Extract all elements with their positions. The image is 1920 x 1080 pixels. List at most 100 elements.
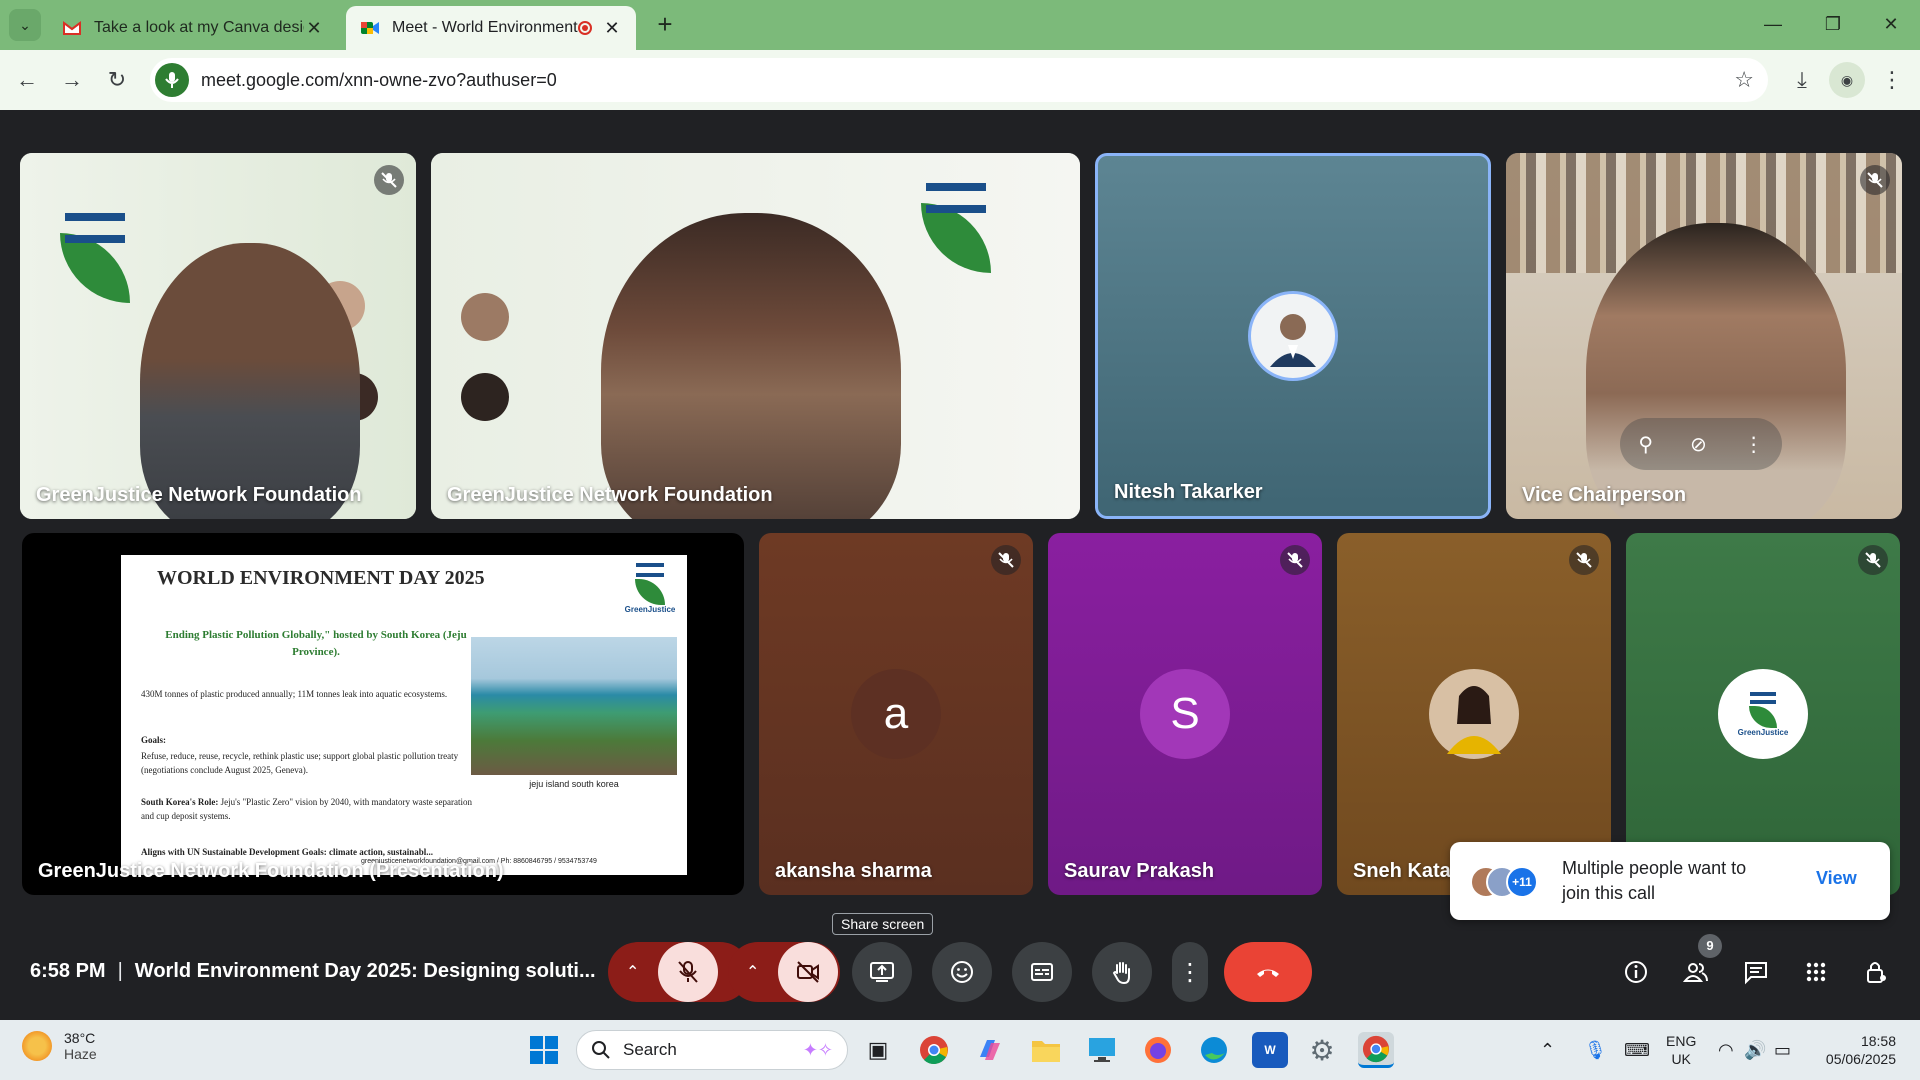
mute-participant-icon[interactable]: ⊘ [1690,432,1707,457]
participant-name: akansha sharma [775,860,932,882]
settings-gear-icon[interactable]: ⚙ [1304,1032,1340,1068]
chat-button[interactable] [1736,942,1776,1002]
slide-title: WORLD ENVIRONMENT DAY 2025 [157,567,485,589]
edge-icon[interactable] [1196,1032,1232,1068]
minimize-icon[interactable]: — [1750,6,1796,42]
leave-call-button[interactable] [1224,942,1312,1002]
participant-name: GreenJustice Network Foundation [447,484,773,506]
close-tab-icon[interactable]: ✕ [602,18,622,39]
search-icon [592,1041,610,1059]
share-screen-button[interactable] [852,942,912,1002]
new-tab-button[interactable]: + [650,10,680,40]
slide-subtitle: Ending Plastic Pollution Globally," host… [165,629,467,658]
muted-mic-icon [1280,545,1310,575]
more-options-icon[interactable]: ⋮ [1744,432,1764,457]
microphone-toggle-button[interactable] [658,942,718,1002]
close-tab-icon[interactable]: ✕ [304,18,324,39]
input-language[interactable]: ENG UK [1666,1032,1696,1068]
forward-icon[interactable]: → [54,62,90,98]
speaker-photo [461,293,509,341]
clock-date: 05/06/2025 [1825,1051,1896,1067]
greenjustice-logo [921,183,991,273]
taskbar-search[interactable]: Search ✦✧ [576,1030,848,1070]
info-icon [1625,961,1647,983]
mic-options-chevron-icon[interactable]: ⌃ [626,962,639,982]
clock[interactable]: 18:58 05/06/2025 [1810,1032,1896,1068]
camera-options-chevron-icon[interactable]: ⌃ [746,962,759,982]
task-view-icon[interactable]: ▣ [860,1032,896,1068]
battery-icon[interactable]: ▭ [1774,1040,1791,1061]
bookmark-star-icon[interactable]: ☆ [1734,67,1754,93]
tab-canva[interactable]: Take a look at my Canva design ✕ [48,6,338,50]
desktop-icon[interactable] [1084,1032,1120,1068]
participant-tile[interactable]: GreenJustice Network Foundation [20,153,416,519]
activities-button[interactable] [1796,942,1836,1002]
emoji-icon [951,961,973,983]
requester-avatars: +11 [1470,866,1546,898]
back-icon[interactable]: ← [9,62,45,98]
windows-start-icon[interactable] [526,1032,562,1068]
restore-icon[interactable]: ❐ [1810,6,1856,42]
volume-icon[interactable]: 🔊 [1744,1040,1766,1061]
chrome-taskbar-icon[interactable] [916,1032,952,1068]
closed-captions-icon [1031,963,1053,981]
weather-widget[interactable]: 38°C Haze [22,1030,97,1062]
word-icon[interactable]: W [1252,1032,1288,1068]
presentation-name: GreenJustice Network Foundation (Present… [38,860,504,882]
camera-toggle-button[interactable] [778,942,838,1002]
presentation-tile[interactable]: WORLD ENVIRONMENT DAY 2025 GreenJustice … [22,533,744,895]
presentation-slide: WORLD ENVIRONMENT DAY 2025 GreenJustice … [121,555,687,875]
keyboard-icon[interactable]: ⌨ [1624,1040,1650,1061]
participant-tile[interactable]: GreenJustice [1626,533,1900,895]
copilot-icon[interactable] [972,1032,1008,1068]
tab-search-dropdown-button[interactable]: ⌄ [9,9,41,41]
participant-avatar [1429,669,1519,759]
muted-mic-icon [374,165,404,195]
view-requests-button[interactable]: View [1816,868,1857,889]
file-explorer-icon[interactable] [1028,1032,1064,1068]
participant-avatar: S [1140,669,1230,759]
site-mic-icon[interactable] [155,63,189,97]
url-text: meet.google.com/xnn-owne-zvo?authuser=0 [201,69,557,90]
profile-avatar[interactable]: ◉ [1829,62,1865,98]
gmail-icon [63,21,81,35]
chrome-menu-icon[interactable]: ⋮ [1874,62,1910,98]
participant-video [601,213,901,519]
greenjustice-logo: GreenJustice [625,563,675,627]
firefox-icon[interactable] [1140,1032,1176,1068]
tab-meet[interactable]: Meet - World Environment Day ✕ [346,6,636,50]
host-controls-button[interactable] [1856,942,1896,1002]
reload-icon[interactable]: ↻ [99,62,135,98]
more-options-button[interactable]: ⋮ [1172,942,1208,1002]
person-photo-icon [1270,314,1316,367]
camera-off-icon [797,961,819,983]
participant-count-badge: 9 [1698,934,1722,958]
slide-korea-role: South Korea's Role: Jeju's "Plastic Zero… [141,797,473,821]
close-window-icon[interactable]: ✕ [1868,6,1914,42]
reactions-button[interactable] [932,942,992,1002]
participant-tile[interactable]: Sneh Katar [1337,533,1611,895]
participant-tile-active-speaker[interactable]: Nitesh Takarker [1095,153,1491,519]
muted-mic-icon [1860,165,1890,195]
show-hidden-icons-icon[interactable]: ⌃ [1540,1040,1555,1061]
slide-goals-heading: Goals: [141,735,167,745]
slide-goals-text: Refuse, reduce, reuse, recycle, rethink … [141,751,459,775]
address-bar[interactable]: meet.google.com/xnn-owne-zvo?authuser=0 … [150,58,1768,102]
browser-toolbar: ← → ↻ meet.google.com/xnn-owne-zvo?authu… [0,50,1920,110]
copilot-sparkle-icon: ✦✧ [802,1039,833,1060]
participant-tile[interactable]: S Saurav Prakash [1048,533,1322,895]
raise-hand-button[interactable] [1092,942,1152,1002]
tab-title: Take a look at my Canva design [94,19,304,36]
wifi-icon[interactable]: ◠ [1718,1040,1734,1061]
meeting-details-button[interactable] [1616,942,1656,1002]
greenjustice-logo [60,213,130,303]
clock-time: 18:58 [1860,1033,1896,1049]
chrome-active-taskbar-icon[interactable] [1358,1032,1394,1068]
participant-tile[interactable]: a akansha sharma [759,533,1033,895]
microphone-in-use-icon[interactable]: 🎙 [1584,1040,1607,1061]
person-photo-icon [1447,686,1501,754]
download-icon[interactable]: ⤓ [1784,62,1820,98]
pin-icon[interactable]: ⚲ [1638,432,1653,457]
captions-button[interactable] [1012,942,1072,1002]
participant-tile[interactable]: GreenJustice Network Foundation [431,153,1080,519]
